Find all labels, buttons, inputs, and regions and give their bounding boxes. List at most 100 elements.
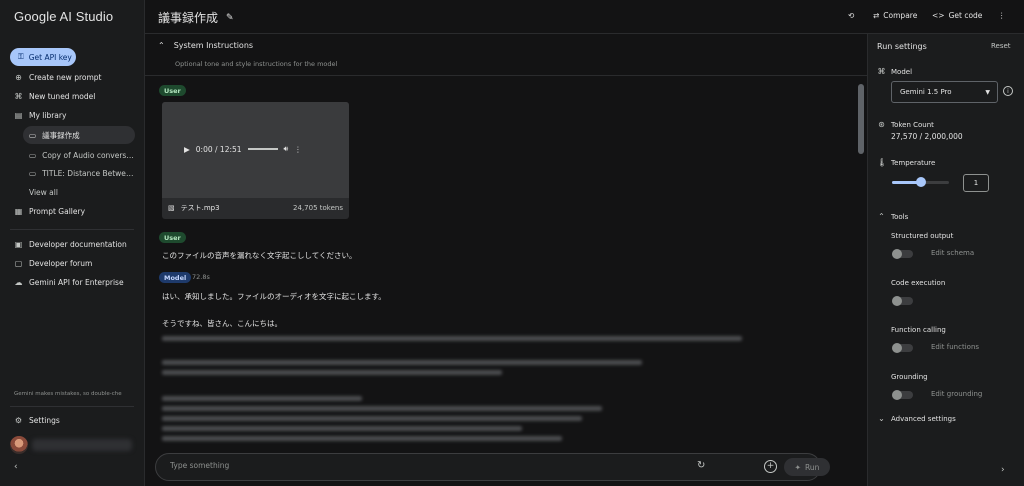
nav-label: Settings: [29, 416, 60, 425]
reset-button[interactable]: Reset: [991, 42, 1011, 50]
sidebar: Google AI Studio ⚿ Get API key ⊕ Create …: [0, 0, 145, 486]
chevron-down-icon: ⌄: [878, 414, 885, 423]
get-api-key-label: Get API key: [28, 52, 72, 62]
library-item-2[interactable]: ▭ Copy of Audio conversati...: [23, 146, 135, 164]
grounding-toggle[interactable]: [892, 390, 913, 400]
function-calling-toggle[interactable]: [892, 343, 913, 353]
add-media-icon[interactable]: +: [764, 460, 777, 473]
new-tuned-model[interactable]: ⌘ New tuned model: [14, 92, 96, 101]
user-badge: User: [159, 232, 186, 243]
create-new-prompt[interactable]: ⊕ Create new prompt: [14, 73, 101, 82]
file-name: テスト.mp3: [180, 204, 220, 212]
library-item-label: 議事録作成: [42, 130, 80, 140]
prompt-gallery[interactable]: ▦ Prompt Gallery: [14, 207, 85, 216]
get-code-button[interactable]: <> Get code: [932, 11, 982, 20]
run-settings-title: Run settings: [877, 42, 927, 51]
model-icon: ⌘: [877, 67, 886, 76]
history-icon[interactable]: ⟲: [848, 11, 854, 20]
file-row: ▧ テスト.mp3 24,705 tokens: [168, 203, 343, 213]
divider: [10, 406, 134, 407]
tune-icon: ⌘: [14, 92, 23, 101]
account-name-redacted: [32, 439, 132, 451]
audio-player-area: ▶ 0:00 / 12:51 🔊︎ ⋮: [162, 102, 349, 198]
prompt-title-row: 議事録作成 ✎: [158, 9, 234, 26]
edit-grounding-button[interactable]: Edit grounding: [931, 390, 982, 398]
tool-function-calling: Function calling: [891, 326, 946, 334]
gallery-icon: ▦: [14, 207, 23, 216]
cloud-icon: ☁: [14, 278, 23, 287]
library-item-1[interactable]: ▭ 議事録作成: [23, 126, 135, 144]
gear-icon: ⚙: [14, 416, 23, 425]
chevron-left-icon[interactable]: ‹: [14, 462, 18, 472]
my-library[interactable]: ▤ My library: [14, 111, 67, 120]
info-icon[interactable]: i: [1003, 86, 1013, 96]
system-instructions-header[interactable]: ⌃ System Instructions: [158, 41, 253, 50]
edit-schema-button[interactable]: Edit schema: [931, 249, 974, 257]
more-vert-icon[interactable]: ⋮: [998, 11, 1006, 20]
avatar[interactable]: [10, 436, 28, 454]
token-count-label: Token Count: [891, 120, 934, 129]
prompt-title[interactable]: 議事録作成: [158, 9, 218, 26]
run-button[interactable]: ✦ Run: [784, 458, 830, 476]
more-vert-icon[interactable]: ⋮: [294, 145, 302, 154]
key-icon: ⚿: [18, 52, 24, 61]
blurred-text: [162, 370, 502, 375]
compare-label: Compare: [883, 11, 918, 20]
tool-code-execution: Code execution: [891, 279, 946, 287]
compare-icon: ⇄: [873, 11, 880, 20]
code-execution-toggle[interactable]: [892, 296, 913, 306]
model-select-value: Gemini 1.5 Pro: [900, 88, 952, 96]
forum-icon: ▢: [14, 259, 23, 268]
get-api-key-button[interactable]: ⚿ Get API key: [10, 48, 76, 66]
system-instructions[interactable]: ⌃ System Instructions Optional tone and …: [145, 34, 867, 76]
model-select[interactable]: Gemini 1.5 Pro ▼: [891, 81, 998, 103]
library-item-label: Copy of Audio conversati...: [42, 150, 135, 160]
audio-player[interactable]: ▶ 0:00 / 12:51 🔊︎ ⋮: [184, 144, 302, 154]
edit-functions-button[interactable]: Edit functions: [931, 343, 979, 351]
model-label-row: ⌘ Model: [877, 67, 913, 76]
view-all-link[interactable]: View all: [29, 188, 58, 197]
advanced-settings-header[interactable]: ⌄ Advanced settings: [877, 414, 956, 423]
nav-label: Create new prompt: [29, 73, 102, 82]
audio-attachment: ▶ 0:00 / 12:51 🔊︎ ⋮ ▧ テスト.mp3 24,705 tok…: [162, 102, 349, 219]
scrollbar-thumb[interactable]: [858, 84, 864, 154]
temperature-slider-handle[interactable]: [915, 177, 926, 187]
play-icon[interactable]: ▶: [184, 145, 190, 154]
code-icon: <>: [932, 11, 945, 20]
settings[interactable]: ⚙ Settings: [14, 416, 60, 425]
temperature-label: Temperature: [891, 158, 936, 167]
file-icon: ▧: [168, 204, 175, 212]
nav-label: New tuned model: [29, 92, 96, 101]
prompt-input[interactable]: [170, 461, 730, 470]
compare-button[interactable]: ⇄ Compare: [873, 11, 917, 20]
tools-header[interactable]: ⌃ Tools: [877, 212, 908, 221]
temperature-slider[interactable]: [892, 177, 949, 187]
audio-time: 0:00 / 12:51: [195, 144, 242, 154]
library-item-3[interactable]: ▭ TITLE: Distance Between ...: [23, 164, 135, 182]
chevron-right-icon[interactable]: ›: [1001, 465, 1005, 475]
model-response-time: 72.8s: [192, 273, 210, 281]
nav-label: Developer forum: [29, 259, 93, 268]
model-message-line: はい、承知しました。ファイルのオーディオを文字に起こします。: [162, 292, 386, 301]
system-instructions-placeholder[interactable]: Optional tone and style instructions for…: [175, 60, 337, 68]
token-label-row: ⊛ Token Count: [877, 120, 934, 129]
advanced-settings-label: Advanced settings: [891, 414, 956, 423]
blurred-text: [162, 436, 562, 441]
developer-documentation[interactable]: ▣ Developer documentation: [14, 240, 127, 249]
token-icon: ⊛: [878, 120, 885, 129]
model-badge: Model: [159, 272, 192, 283]
scrollbar[interactable]: [858, 84, 864, 444]
chevron-up-icon: ⌃: [878, 212, 885, 221]
volume-icon[interactable]: 🔊︎: [284, 144, 289, 154]
developer-forum[interactable]: ▢ Developer forum: [14, 259, 93, 268]
gemini-api-enterprise[interactable]: ☁ Gemini API for Enterprise: [14, 278, 124, 287]
structured-output-toggle[interactable]: [892, 249, 913, 259]
tool-structured-output: Structured output: [891, 232, 954, 240]
audio-progress[interactable]: [247, 148, 278, 150]
chat-icon: ▭: [29, 168, 37, 178]
refresh-icon[interactable]: ↻: [697, 460, 705, 471]
system-instructions-title: System Instructions: [173, 41, 254, 50]
pencil-icon[interactable]: ✎: [226, 13, 234, 23]
temperature-input[interactable]: 1: [963, 174, 989, 192]
blurred-text: [162, 360, 642, 365]
